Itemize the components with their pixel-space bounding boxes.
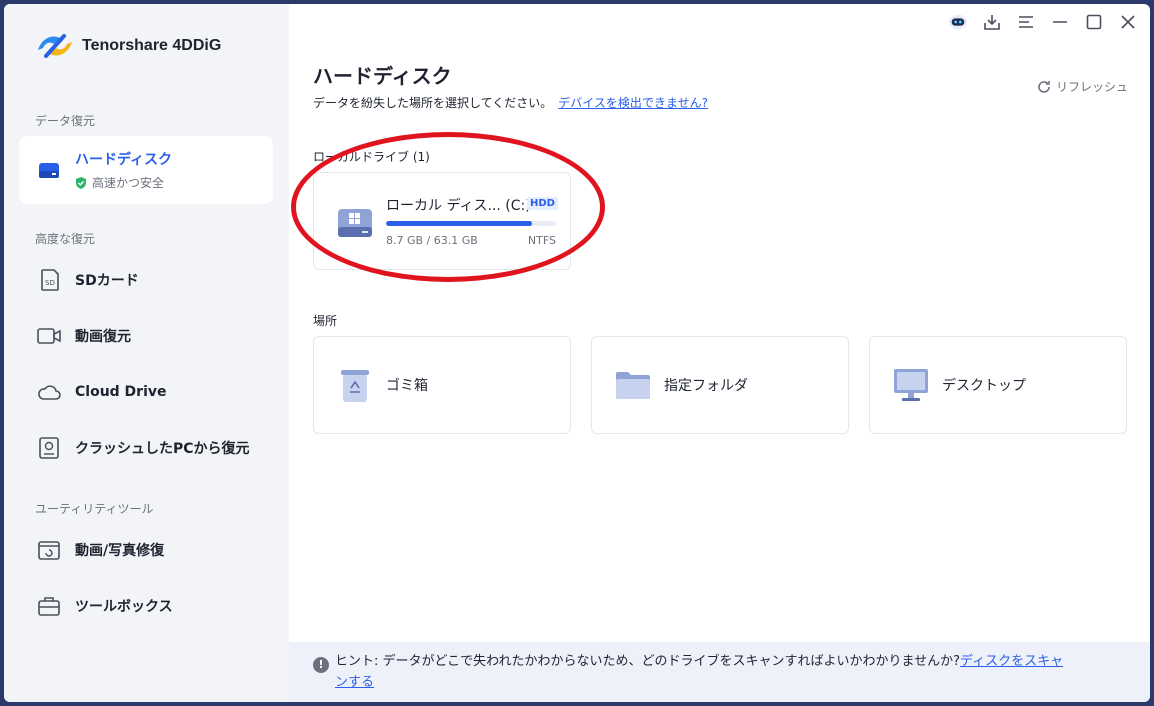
location-card-folder[interactable]: 指定フォルダ	[591, 336, 849, 434]
sidebar-item-video-recovery[interactable]: 動画復元	[19, 310, 273, 362]
sidebar-item-cloud-drive[interactable]: Cloud Drive	[19, 366, 273, 418]
sidebar: Tenorshare 4DDiG データ復元 ハードディスク 高速かつ安全 高度…	[4, 4, 289, 702]
svg-text:SD: SD	[45, 279, 55, 287]
drive-filesystem: NTFS	[527, 234, 556, 247]
sidebar-item-crashed-pc[interactable]: クラッシュしたPCから復元	[19, 422, 273, 474]
assistant-robot-icon[interactable]	[948, 12, 968, 32]
detect-device-link[interactable]: デバイスを検出できません?	[558, 96, 708, 110]
location-label: 指定フォルダ	[664, 378, 748, 394]
section-title-data-recovery: データ復元	[35, 114, 96, 128]
sidebar-item-toolbox[interactable]: ツールボックス	[19, 580, 273, 632]
media-repair-icon	[35, 536, 63, 564]
sidebar-item-sd-card[interactable]: SD SDカード	[19, 254, 273, 306]
locations-group-label: 場所	[313, 314, 338, 328]
folder-icon	[614, 366, 652, 404]
drive-usage-fill	[386, 221, 533, 226]
drive-size: 8.7 GB / 63.1 GB	[386, 234, 478, 247]
sd-card-icon: SD	[35, 266, 63, 294]
sidebar-item-label: 動画/写真修復	[75, 543, 165, 559]
location-label: デスクトップ	[942, 378, 1026, 394]
video-camera-icon	[35, 322, 63, 350]
sidebar-item-label: ハードディスク	[75, 152, 173, 168]
section-title-utility: ユーティリティツール	[35, 502, 154, 516]
hint-bar: ! ヒント: データがどこで失われたかわからないため、どのドライブをスキャンすれば…	[289, 642, 1150, 702]
location-label: ゴミ箱	[386, 378, 428, 394]
sidebar-item-label: ツールボックス	[75, 599, 173, 615]
menu-icon[interactable]	[1016, 12, 1036, 32]
info-icon: !	[313, 657, 329, 673]
minimize-icon[interactable]	[1050, 12, 1070, 32]
location-card-desktop[interactable]: デスクトップ	[869, 336, 1127, 434]
app-name: Tenorshare 4DDiG	[82, 37, 222, 54]
drive-usage-bar	[386, 221, 556, 226]
sidebar-item-label: 動画復元	[75, 329, 131, 345]
subtitle-text: データを紛失した場所を選択してください。	[313, 96, 553, 110]
close-icon[interactable]	[1118, 12, 1138, 32]
sidebar-item-label: クラッシュしたPCから復元	[75, 441, 250, 457]
drive-name: ローカル ディス... (C:)	[386, 198, 531, 214]
logo-icon	[38, 34, 72, 58]
window-controls	[948, 12, 1138, 32]
scan-disk-link-continued[interactable]: ンする	[335, 675, 374, 690]
download-icon[interactable]	[982, 12, 1002, 32]
scan-disk-link[interactable]: ディスクをスキャ	[960, 654, 1063, 669]
app-logo: Tenorshare 4DDiG	[34, 28, 221, 64]
local-drive-group-label: ローカルドライブ (1)	[313, 150, 430, 164]
sidebar-item-media-repair[interactable]: 動画/写真修復	[19, 524, 273, 576]
sidebar-item-sublabel: 高速かつ安全	[92, 176, 165, 190]
main-panel: ハードディスク データを紛失した場所を選択してください。 デバイスを検出できません…	[289, 4, 1150, 702]
hdd-badge: HDD	[527, 197, 558, 210]
toolbox-icon	[35, 592, 63, 620]
refresh-label: リフレッシュ	[1055, 80, 1128, 94]
crashed-pc-icon	[35, 434, 63, 462]
drive-card-c[interactable]: ローカル ディス... (C:) HDD 8.7 GB / 63.1 GB NT…	[313, 172, 571, 270]
app-window: Tenorshare 4DDiG データ復元 ハードディスク 高速かつ安全 高度…	[4, 4, 1150, 702]
sidebar-item-label: Cloud Drive	[75, 384, 167, 400]
page-title: ハードディスク	[313, 64, 452, 88]
hard-disk-icon	[35, 156, 63, 184]
refresh-icon	[1038, 80, 1050, 93]
recycle-bin-icon	[336, 366, 374, 404]
sidebar-item-label: SDカード	[75, 273, 139, 289]
page-subtitle: データを紛失した場所を選択してください。 デバイスを検出できません?	[313, 94, 708, 111]
location-card-recycle-bin[interactable]: ゴミ箱	[313, 336, 571, 434]
hard-drive-icon	[336, 203, 374, 245]
sidebar-item-hard-disk[interactable]: ハードディスク 高速かつ安全	[19, 136, 273, 204]
section-title-advanced: 高度な復元	[35, 232, 96, 246]
hint-text: ヒント: データがどこで失われたかわからないため、どのドライブをスキャンすればよ…	[335, 654, 960, 669]
desktop-monitor-icon	[892, 366, 930, 404]
refresh-button[interactable]: リフレッシュ	[1036, 78, 1128, 95]
maximize-icon[interactable]	[1084, 12, 1104, 32]
cloud-icon	[35, 378, 63, 406]
shield-icon	[76, 176, 86, 189]
